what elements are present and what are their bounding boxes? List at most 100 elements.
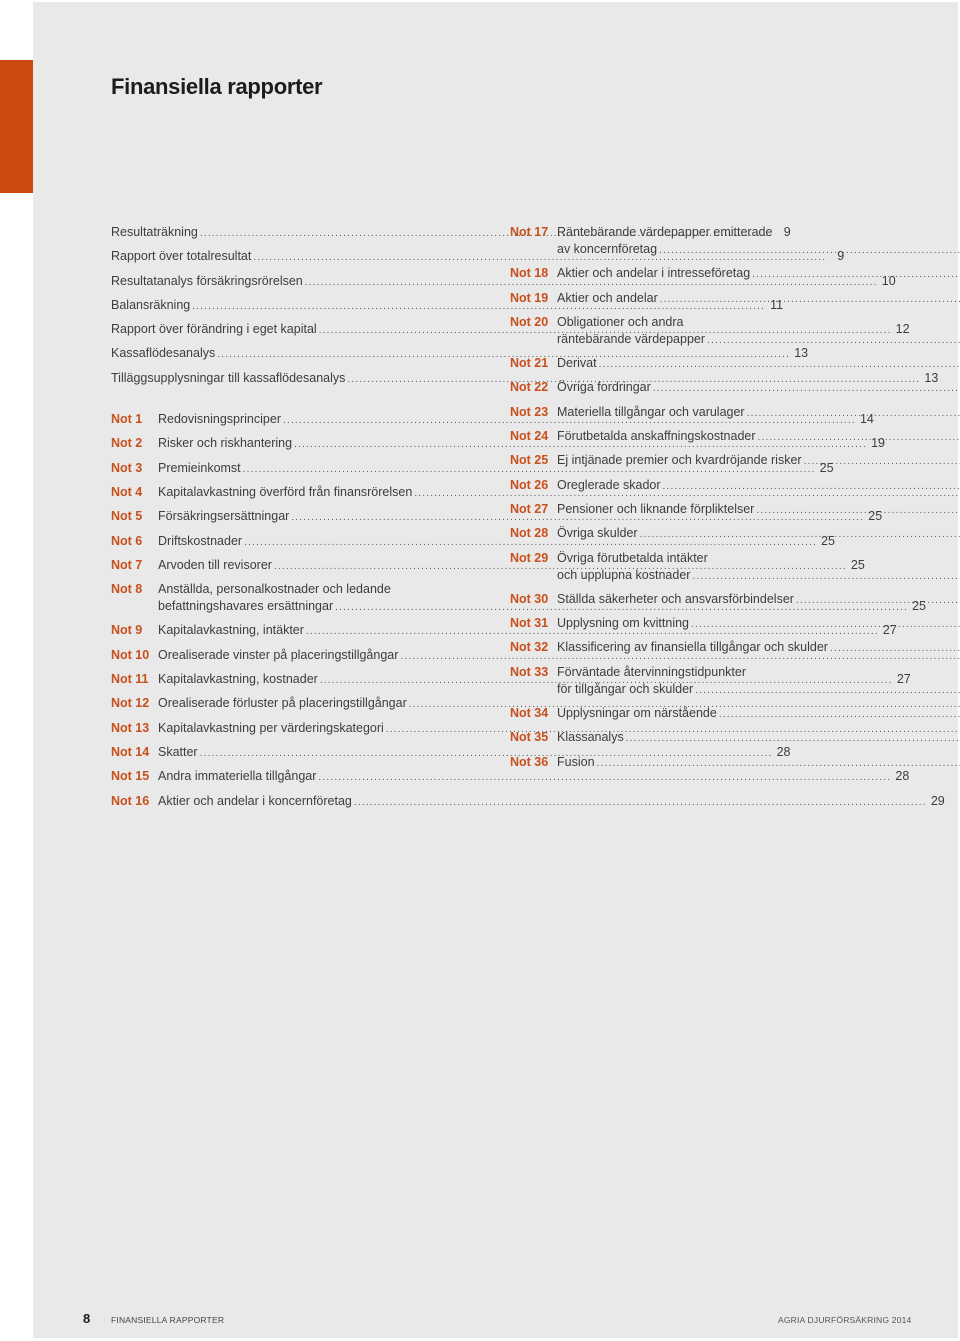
note-number: Not 3 [111,460,143,475]
notes-list-right: Not 17 Räntebärande värdepapper emitterad… [510,224,882,772]
note-title: Kapitalavkastning, kostnader [158,672,318,687]
note-entry[interactable]: Not 16 Aktier och andelar i koncernföreta… [111,793,945,811]
note-title: Redovisningsprinciper [158,412,281,427]
note-entry-body: Derivat29 [557,355,960,373]
toc-entry[interactable]: Tilläggsupplysningar till kassaflödesana… [111,370,938,388]
primary-statements-list: Resultaträkning9 Rapport över totalresult… [111,224,938,388]
note-number: Not 35 [510,730,549,745]
note-entry-body: Klassificering av finansiella tillgångar… [557,639,960,657]
note-entry[interactable]: Not 5Försäkringsersättningar25 [111,508,882,526]
note-entry[interactable]: Not 33 Förväntade återvinningstidpunkter f… [510,664,882,699]
note-title: Aktier och andelar [557,290,658,305]
note-entry[interactable]: Not 6Driftskostnader25 [111,533,835,551]
footer-page-number: 8 [83,1311,91,1326]
toc-entry[interactable]: Rapport över förändring i eget kapital12 [111,321,910,339]
note-title: Kapitalavkastning överförd från finansrö… [158,484,413,499]
note-entry[interactable]: Not 7Arvoden till revisorer25 [111,557,865,575]
dot-leader [756,502,960,519]
note-number: Not 22 [510,380,549,395]
note-title: Räntebärande värdepapper emitterade [557,225,773,239]
note-entry[interactable]: Not 4 Kapitalavkastning överförd från fin… [111,484,483,502]
note-entry-body: Övriga fordringar29 [557,379,960,397]
note-entry[interactable]: Not 36Fusion35 [510,754,882,772]
note-entry[interactable]: Not 32 Klassificering av finansiella till… [510,639,882,657]
note-entry[interactable]: Not 29 Övriga förutbetalda intäkter och up… [510,550,882,585]
toc-entry[interactable]: Resultatanalys försäkringsrörelsen10 [111,273,896,291]
note-entry[interactable]: Not 30 Ställda säkerheter och ansvarsförb… [510,591,882,609]
note-number: Not 25 [510,453,549,468]
note-entry[interactable]: Not 15Andra immateriella tillgångar28 [111,768,909,786]
dot-leader [660,291,960,308]
toc-entry[interactable]: Kassaflödesanalys13 [111,345,808,363]
note-title: Kapitalavkastning per värderingskategori [158,720,384,735]
note-number: Not 14 [111,744,150,759]
note-title: Försäkringsersättningar [158,509,290,524]
note-entry[interactable]: Not 2Risker och riskhantering19 [111,435,885,453]
dot-leader [691,616,960,633]
notes-list-left: Not 1Redovisningsprinciper14 Not 2Risker … [111,411,945,811]
note-entry[interactable]: Not 12 Orealiserade förluster på placerin… [111,695,483,713]
note-entry[interactable]: Not 13 Kapitalavkastning per värderingska… [111,720,483,738]
note-entry[interactable]: Not 27 Pensioner och liknande förpliktels… [510,501,882,519]
note-entry[interactable]: Not 23 Materiella tillgångar och varulage… [510,404,882,422]
note-entry[interactable]: Not 8 Anställda, personalkostnader och le… [111,581,926,616]
note-title: Skatter [158,744,198,759]
note-title: Upplysningar om närstående [557,706,717,721]
note-title-line: och upplupna kostnader31 [557,567,960,585]
note-entry[interactable]: Not 21Derivat29 [510,355,882,373]
note-entry[interactable]: Not 22Övriga fordringar29 [510,379,882,397]
toc-right-column: Not 17 Räntebärande värdepapper emitterad… [510,224,882,778]
note-entry[interactable]: Not 1Redovisningsprinciper14 [111,411,874,429]
note-entry[interactable]: Not 17 Räntebärande värdepapper emitterad… [510,224,882,259]
note-entry-body: Upplysningar om närstående34 [557,705,960,723]
note-title: Aktier och andelar i koncernföretag [158,793,352,808]
dot-leader [747,405,960,422]
note-number: Not 16 [111,793,150,808]
toc-page-number: 29 [930,793,945,808]
note-entry[interactable]: Not 24 Förutbetalda anskaffningskostnader… [510,428,882,446]
note-entry[interactable]: Not 25 Ej intjänade premier och kvardröja… [510,452,882,470]
note-title: Förutbetalda anskaffningskostnader [557,429,756,444]
note-number: Not 30 [510,591,549,606]
note-title: Materiella tillgångar och varulager [557,404,745,419]
note-title-line: Fusion35 [557,754,960,772]
toc-entry[interactable]: Balansräkning11 [111,297,783,315]
toc-entry[interactable]: Rapport över totalresultat9 [111,248,844,266]
dot-leader [626,730,960,747]
note-entry[interactable]: Not 11Kapitalavkastning, kostnader27 [111,671,911,689]
toc-entry-label: Balansräkning [111,297,191,312]
note-entry[interactable]: Not 34Upplysningar om närstående34 [510,705,882,723]
note-entry[interactable]: Not 3Premieinkomst25 [111,460,834,478]
dot-leader [804,453,960,470]
note-entry-body: Materiella tillgångar och varulager30 [557,404,960,422]
dot-leader [830,640,960,657]
note-title: Pensioner och liknande förpliktelser [557,501,755,516]
note-title-line: Aktier och andelar i koncernföretag 29 [158,793,945,811]
note-entry[interactable]: Not 35Klassanalys35 [510,729,882,747]
note-number: Not 17 [510,225,549,239]
note-title-line: Oreglerade skador31 [557,477,960,495]
dot-leader [752,266,960,283]
toc-entry[interactable]: Resultaträkning9 [111,224,791,242]
note-title: Kapitalavkastning, intäkter [158,623,304,638]
note-title: Fusion [557,754,595,769]
note-entry[interactable]: Not 14Skatter28 [111,744,791,762]
note-entry-body: Förutbetalda anskaffningskostnader30 [557,428,960,446]
note-entry[interactable]: Not 31Upplysning om kvittning32 [510,615,882,633]
note-entry[interactable]: Not 9Kapitalavkastning, intäkter27 [111,622,897,640]
note-entry[interactable]: Not 28Övriga skulder31 [510,525,882,543]
note-number: Not 19 [510,290,549,305]
note-title: Anställda, personalkostnader och ledande [158,582,391,597]
note-entry[interactable]: Not 26Oreglerade skador31 [510,477,882,495]
note-title: Ej intjänade premier och kvardröjande ri… [557,453,802,468]
note-number: Not 9 [111,623,143,638]
note-title: befattningshavares ersättningar [158,599,334,614]
note-entry[interactable]: Not 18 Aktier och andelar i intresseföret… [510,265,882,283]
note-title-line: räntebärande värdepapper29 [557,331,960,349]
note-entry[interactable]: Not 10 Orealiserade vinster på placerings… [111,647,483,665]
note-number: Not 29 [510,550,549,565]
note-entry[interactable]: Not 19Aktier och andelar29 [510,290,882,308]
note-entry[interactable]: Not 20 Obligationer och andra räntebärande… [510,314,882,349]
toc-entry-label: Rapport över förändring i eget kapital [111,322,317,337]
